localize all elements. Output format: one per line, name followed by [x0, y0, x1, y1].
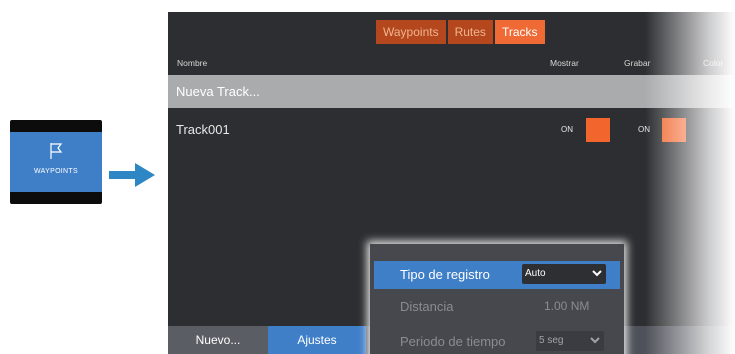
distancia-row[interactable]: Distancia 1.00 NM — [374, 293, 620, 321]
column-header-nombre[interactable]: Nombre — [177, 58, 207, 68]
mostrar-toggle-label: ON — [561, 125, 573, 134]
tab-waypoints[interactable]: Waypoints — [376, 20, 446, 44]
new-track-row[interactable]: Nueva Track... — [168, 75, 735, 108]
ajustes-button[interactable]: Ajustes — [268, 326, 366, 354]
track-name: Track001 — [176, 122, 230, 137]
chevron-down-icon — [592, 270, 602, 277]
column-headers: Nombre Mostrar Grabar Color — [168, 52, 735, 72]
tipo-de-registro-label: Tipo de registro — [400, 267, 490, 282]
column-header-mostrar[interactable]: Mostrar — [550, 58, 579, 68]
distancia-value: 1.00 NM — [544, 299, 590, 313]
column-header-grabar[interactable]: Grabar — [624, 58, 650, 68]
waypoints-button[interactable]: WAYPOINTS — [10, 132, 102, 192]
periodo-de-tiempo-value: 5 seg — [539, 335, 564, 346]
tab-tracks[interactable]: Tracks — [494, 20, 545, 44]
tab-bar: Waypoints Rutes Tracks — [376, 20, 547, 44]
mostrar-toggle[interactable] — [586, 118, 610, 142]
periodo-de-tiempo-label: Periodo de tiempo — [400, 334, 506, 349]
column-header-color[interactable]: Color — [703, 58, 723, 68]
grabar-toggle[interactable] — [662, 118, 686, 142]
track-row[interactable]: Track001 ON ON — [168, 116, 735, 144]
tipo-de-registro-select[interactable]: Auto — [522, 264, 606, 284]
flag-icon — [50, 143, 63, 159]
tracks-screen: Waypoints Rutes Tracks Nombre Mostrar Gr… — [168, 12, 735, 354]
periodo-de-tiempo-row[interactable]: Periodo de tiempo 5 seg — [374, 328, 620, 354]
periodo-de-tiempo-select[interactable]: 5 seg — [536, 331, 604, 351]
chevron-down-icon — [590, 337, 600, 344]
grabar-toggle-label: ON — [638, 125, 650, 134]
tipo-de-registro-value: Auto — [525, 268, 546, 279]
track-settings-popup: Tipo de registro Auto Distancia 1.00 NM … — [370, 244, 624, 354]
tab-rutes[interactable]: Rutes — [447, 20, 493, 44]
nuevo-button[interactable]: Nuevo... — [168, 326, 268, 354]
tipo-de-registro-row[interactable]: Tipo de registro Auto — [374, 261, 620, 289]
waypoints-launcher: WAYPOINTS — [10, 120, 102, 204]
arrow-right-icon — [109, 163, 155, 187]
waypoints-button-label: WAYPOINTS — [34, 168, 78, 175]
distancia-label: Distancia — [400, 299, 454, 314]
